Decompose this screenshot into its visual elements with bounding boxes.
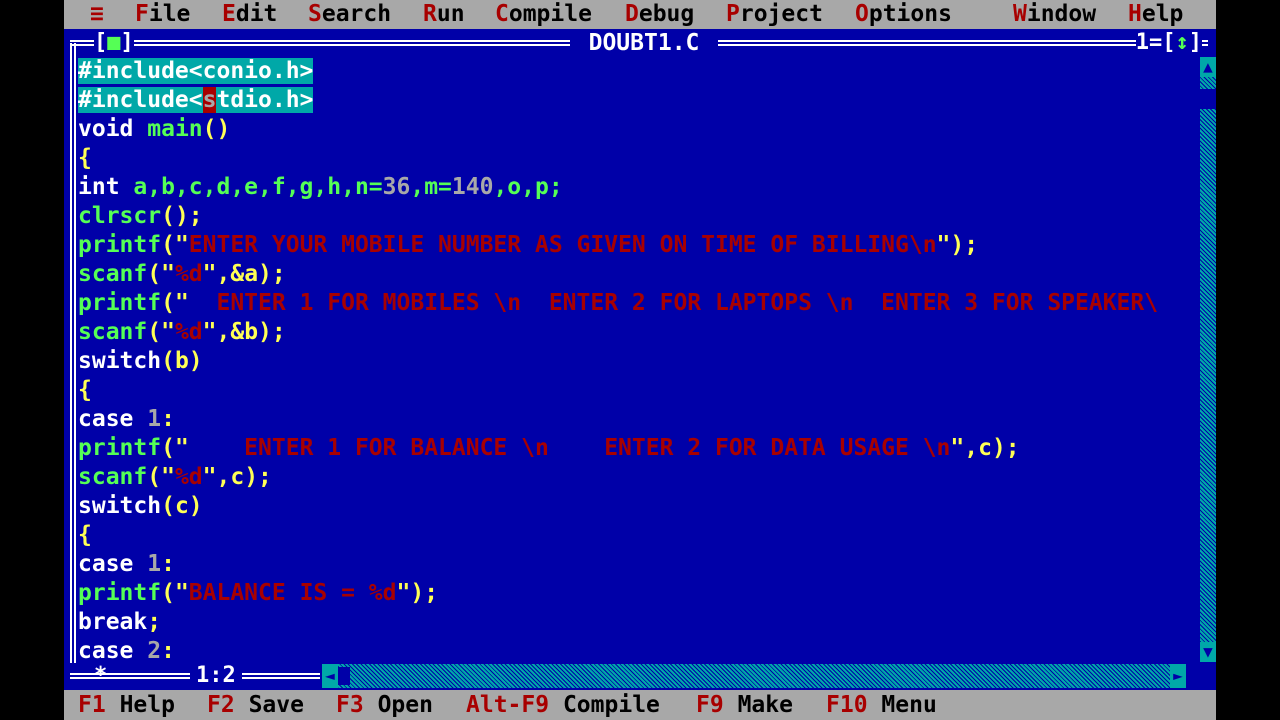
system-menu-icon[interactable]: ≡ [90,0,104,29]
code-line: { [78,522,92,548]
code-line: #include<stdio.h> [78,87,314,113]
ide-screen: ≡ File Edit Search Run Compile Debug Pro… [64,0,1216,720]
menu-options[interactable]: Options [855,0,952,29]
title-double-line-left [70,40,570,46]
code-line: case 1: [78,406,175,432]
close-icon: ■ [107,30,121,55]
horizontal-scroll-thumb[interactable] [338,667,350,685]
menu-file[interactable]: File [135,0,190,29]
horizontal-scrollbar[interactable]: ◄ ► [322,664,1186,688]
code-line: #include<conio.h> [78,58,314,84]
vertical-scroll-thumb[interactable] [1200,89,1216,109]
code-line: void main() [78,116,231,142]
fkey-menu[interactable]: F10 Menu [826,690,937,720]
code-line: printf("ENTER YOUR MOBILE NUMBER AS GIVE… [78,232,979,258]
code-line: case 2: [78,638,175,661]
menu-compile[interactable]: Compile [495,0,592,29]
fkey-make[interactable]: F9 Make [696,690,793,720]
menu-window[interactable]: Window [1013,0,1096,29]
code-line: printf("BALANCE IS = %d"); [78,580,439,606]
menu-search[interactable]: Search [308,0,391,29]
menu-edit[interactable]: Edit [222,0,277,29]
menu-debug[interactable]: Debug [625,0,694,29]
menu-project[interactable]: Project [726,0,823,29]
code-line: case 1: [78,551,175,577]
menu-help[interactable]: Help [1128,0,1183,29]
title-double-line-right [718,40,1208,46]
code-line: clrscr(); [78,203,203,229]
code-line: printf(" ENTER 1 FOR MOBILES \n ENTER 2 … [78,290,1159,316]
code-line: scanf("%d",&b); [78,319,286,345]
code-line: switch(b) [78,348,203,374]
code-editor[interactable]: #include<conio.h> #include<stdio.h> void… [78,57,1200,661]
scroll-down-icon[interactable]: ▼ [1200,642,1216,662]
cursor-position: 1:2 [190,662,242,690]
window-border-left-inner [74,43,76,663]
code-line: printf(" ENTER 1 FOR BALANCE \n ENTER 2 … [78,435,1020,461]
menu-run[interactable]: Run [423,0,465,29]
fkey-help[interactable]: F1 Help [78,690,175,720]
fkey-open[interactable]: F3 Open [336,690,433,720]
vertical-scrollbar[interactable]: ▲ ▼ [1200,57,1216,662]
scroll-left-icon[interactable]: ◄ [322,664,338,688]
window-number-zoom[interactable]: 1=[↕] [1135,29,1202,57]
window-title-bar: [■] DOUBT1.C 1=[↕] [64,29,1216,57]
fkey-save[interactable]: F2 Save [207,690,304,720]
code-line: scanf("%d",&a); [78,261,286,287]
code-line: break; [78,609,162,635]
code-line: int a,b,c,d,e,f,g,h,n=36,m=140,o,p; [78,174,563,200]
menu-bar: ≡ File Edit Search Run Compile Debug Pro… [64,0,1216,29]
code-line: { [78,145,92,171]
window-title: DOUBT1.C [574,29,714,57]
code-line: switch(c) [78,493,203,519]
function-key-bar: F1 Help F2 Save F3 Open Alt-F9 Compile F… [64,690,1216,720]
fkey-compile[interactable]: Alt-F9 Compile [466,690,660,720]
window-close-button[interactable]: [■] [94,29,134,57]
modified-marker: * [94,663,108,688]
window-bottom-border: * 1:2 ◄ ► [64,662,1216,690]
window-border-left [70,43,72,663]
scroll-up-icon[interactable]: ▲ [1200,57,1216,77]
scroll-right-icon[interactable]: ► [1170,664,1186,688]
code-line: { [78,377,92,403]
zoom-icon[interactable]: ↕ [1176,30,1189,55]
code-line: scanf("%d",c); [78,464,272,490]
text-cursor: s [202,87,217,113]
